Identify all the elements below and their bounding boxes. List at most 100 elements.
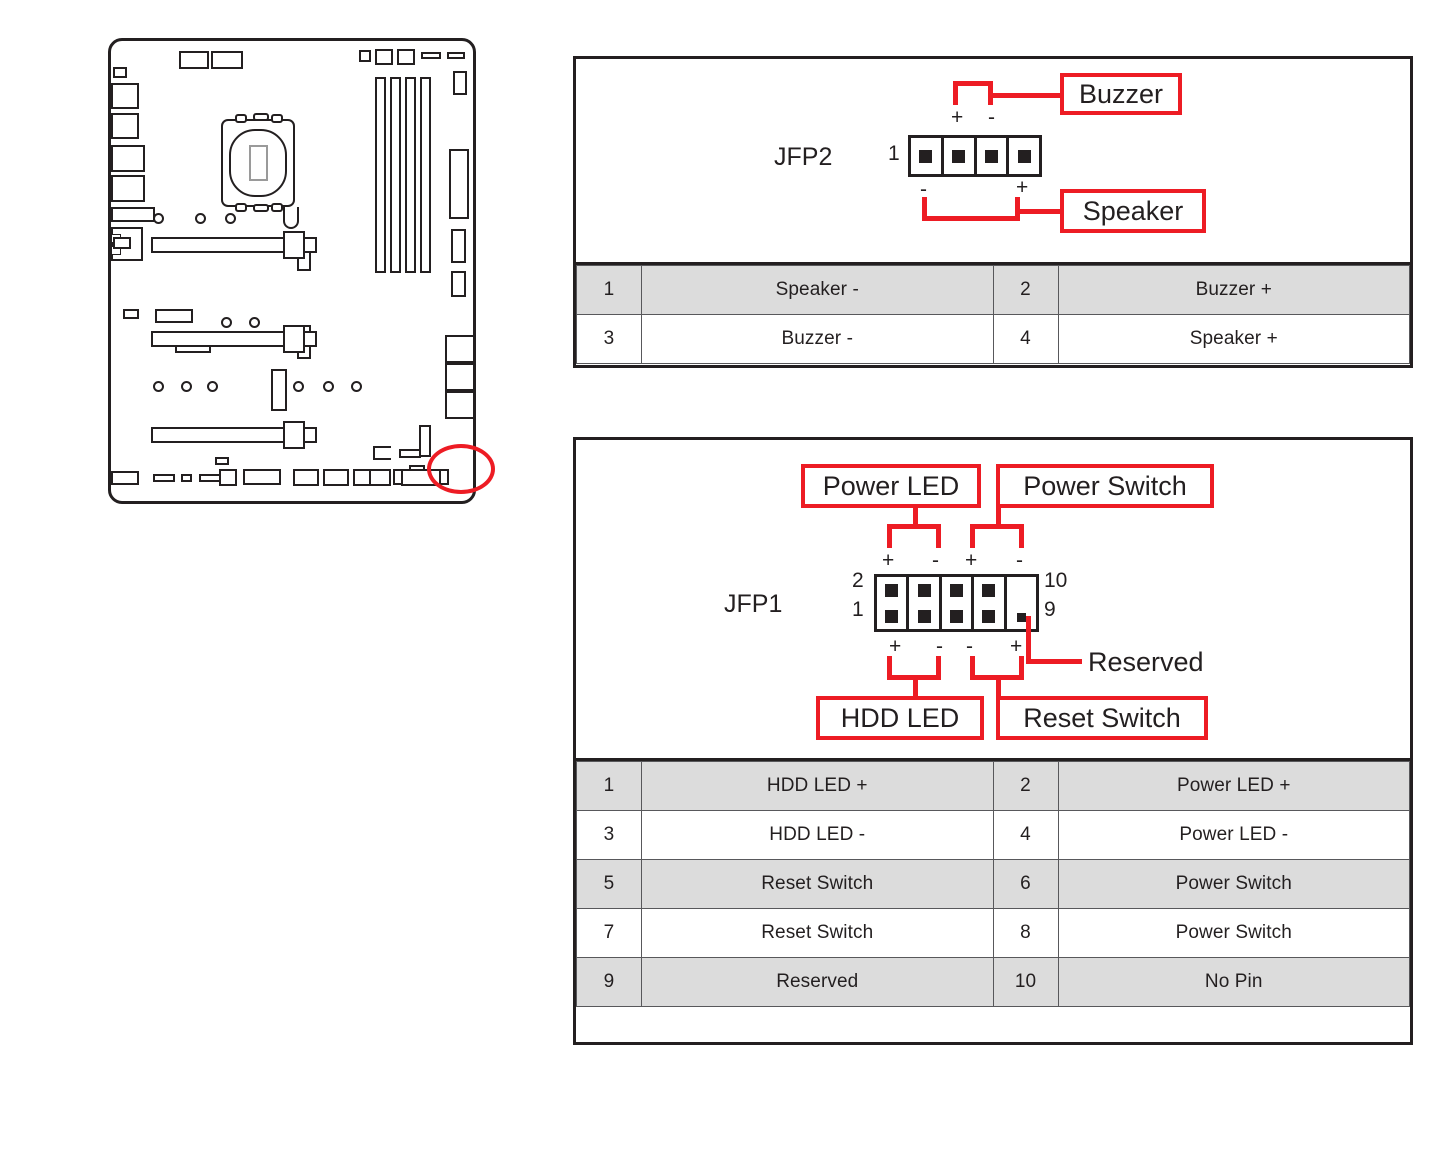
table-row: 5 Reset Switch 6 Power Switch — [576, 859, 1410, 909]
jfp1-header-block — [874, 574, 1039, 632]
jfp2-pin-table: 1 Speaker - 2 Buzzer + 3 Buzzer - 4 Spea… — [576, 265, 1410, 364]
jfp1-row-top-end-number: 10 — [1044, 569, 1068, 592]
jfp1-sign-top-2: - — [932, 549, 939, 572]
dimm-slot-1 — [375, 77, 386, 273]
sata-port-group-3 — [445, 391, 475, 419]
socket-load-lever — [283, 207, 299, 229]
socket-tab-br — [271, 203, 283, 212]
jfp1-row4-right-num: 8 — [992, 908, 1059, 958]
jfp1-callout-hdd-led: HDD LED — [816, 696, 984, 740]
jfp2-row1-left-num: 1 — [576, 265, 642, 315]
jfp1-power-switch-stem — [996, 506, 1001, 526]
right-header-3 — [451, 271, 466, 297]
pin-square — [950, 609, 964, 623]
pin-square — [917, 609, 931, 623]
jfp1-pin-col-4 — [974, 577, 1007, 629]
jfp2-pin-1 — [911, 138, 944, 174]
jfp1-row2-right-val: Power LED - — [1057, 810, 1410, 860]
pin-square — [885, 583, 899, 597]
rear-io-port-4 — [111, 145, 145, 172]
jfp1-row3-left-val: Reset Switch — [641, 859, 994, 909]
mount-hole-8 — [323, 381, 334, 392]
m2-screw-1 — [113, 237, 131, 249]
bottom-header-8 — [323, 469, 349, 486]
mount-hole-2 — [195, 213, 206, 224]
jfp1-reset-switch-bracket — [970, 656, 1024, 680]
jfp1-sign-bottom-2: - — [936, 635, 943, 658]
jfp2-row2-right-val: Speaker + — [1057, 314, 1410, 364]
jfp2-header-block — [908, 135, 1042, 177]
table-row: 9 Reserved 10 No Pin — [576, 957, 1410, 1007]
jfp2-panel: JFP2 1 + - - + Buzzer Speaker 1 Speaker … — [573, 56, 1413, 368]
jfp1-row1-left-num: 1 — [576, 761, 642, 811]
jfp1-row5-right-num: 10 — [992, 957, 1059, 1007]
jfp1-row5-left-num: 9 — [576, 957, 642, 1007]
figure-canvas: JFP2 1 + - - + Buzzer Speaker 1 Speaker … — [0, 0, 1452, 1161]
table-row: 3 Buzzer - 4 Speaker + — [576, 314, 1410, 364]
jfp1-power-switch-bracket — [970, 524, 1024, 548]
jfp1-row3-right-val: Power Switch — [1057, 859, 1410, 909]
m2-screw-2 — [123, 309, 139, 319]
bottom-header-6 — [243, 469, 281, 485]
jfp2-buzzer-leader — [990, 93, 1062, 98]
jfp2-pin-3 — [977, 138, 1010, 174]
right-header-2 — [451, 229, 466, 263]
dimm-slot-2 — [390, 77, 401, 273]
sata-port-group-1 — [445, 335, 475, 363]
bottom-header-12 — [369, 469, 391, 486]
jfp1-pin-col-1 — [877, 577, 910, 629]
pin-square — [919, 149, 933, 163]
pin-square — [982, 609, 996, 623]
jfp2-speaker-bracket — [922, 197, 1020, 221]
jfp1-row2-right-num: 4 — [992, 810, 1059, 860]
jfp1-row4-left-val: Reset Switch — [641, 908, 994, 958]
jfp2-callout-buzzer: Buzzer — [1060, 73, 1182, 115]
pcie-latch-3 — [283, 421, 305, 449]
jfp1-power-led-stem — [913, 506, 918, 526]
table-row: 3 HDD LED - 4 Power LED - — [576, 810, 1410, 860]
jfp1-callout-power-led: Power LED — [801, 464, 981, 508]
board-header-top-2 — [211, 51, 243, 69]
jfp1-row5-left-val: Reserved — [641, 957, 994, 1007]
jfp2-sign-top-minus: - — [988, 106, 995, 129]
jfp2-row1-right-val: Buzzer + — [1057, 265, 1410, 315]
jfp2-header-on-board — [373, 446, 391, 460]
cpu-die-marking — [249, 145, 268, 181]
jfp1-row-bottom-number: 1 — [852, 598, 864, 621]
jfp2-sign-bottom-plus: + — [1016, 176, 1029, 199]
jfp1-callout-reset-switch: Reset Switch — [996, 696, 1208, 740]
pin-reserved-square — [1016, 612, 1026, 622]
jfp1-row4-right-val: Power Switch — [1057, 908, 1410, 958]
jfp1-row1-right-num: 2 — [992, 761, 1059, 811]
board-header-top-3 — [359, 50, 371, 62]
table-row: 7 Reset Switch 8 Power Switch — [576, 908, 1410, 958]
rear-io-port-1 — [113, 67, 127, 78]
chipset-header-3 — [271, 369, 287, 411]
bottom-header-5 — [219, 469, 237, 486]
jfp2-pin-4 — [1009, 138, 1039, 174]
jfp2-row2-left-val: Buzzer - — [641, 314, 994, 364]
table-row: 1 Speaker - 2 Buzzer + — [576, 265, 1410, 315]
jfp2-pin1-number: 1 — [888, 142, 900, 165]
jfp-location-highlight — [427, 444, 495, 494]
pin-square — [952, 149, 966, 163]
rear-io-port-6 — [111, 207, 155, 222]
jfp1-row2-left-num: 3 — [576, 810, 642, 860]
mount-hole-5 — [181, 381, 192, 392]
jfp2-figure: JFP2 1 + - - + Buzzer Speaker — [576, 59, 1410, 262]
jfp2-sign-top-plus: + — [951, 106, 964, 129]
mount-hole-7 — [293, 381, 304, 392]
sata-port-group-2 — [445, 363, 475, 391]
pcie-latch-1 — [283, 231, 305, 259]
socket-tab-tl — [235, 114, 247, 123]
socket-tab-tc — [253, 113, 269, 121]
bottom-header-2 — [153, 474, 175, 482]
socket-tab-bc — [253, 204, 269, 212]
jfp1-row3-left-num: 5 — [576, 859, 642, 909]
pin-square — [982, 583, 996, 597]
jfp1-row2-left-val: HDD LED - — [641, 810, 994, 860]
board-header-top-1 — [179, 51, 209, 69]
jfp1-row-top-number: 2 — [852, 569, 864, 592]
board-header-top-5 — [397, 49, 415, 65]
jfp1-sign-top-1: + — [882, 549, 895, 572]
